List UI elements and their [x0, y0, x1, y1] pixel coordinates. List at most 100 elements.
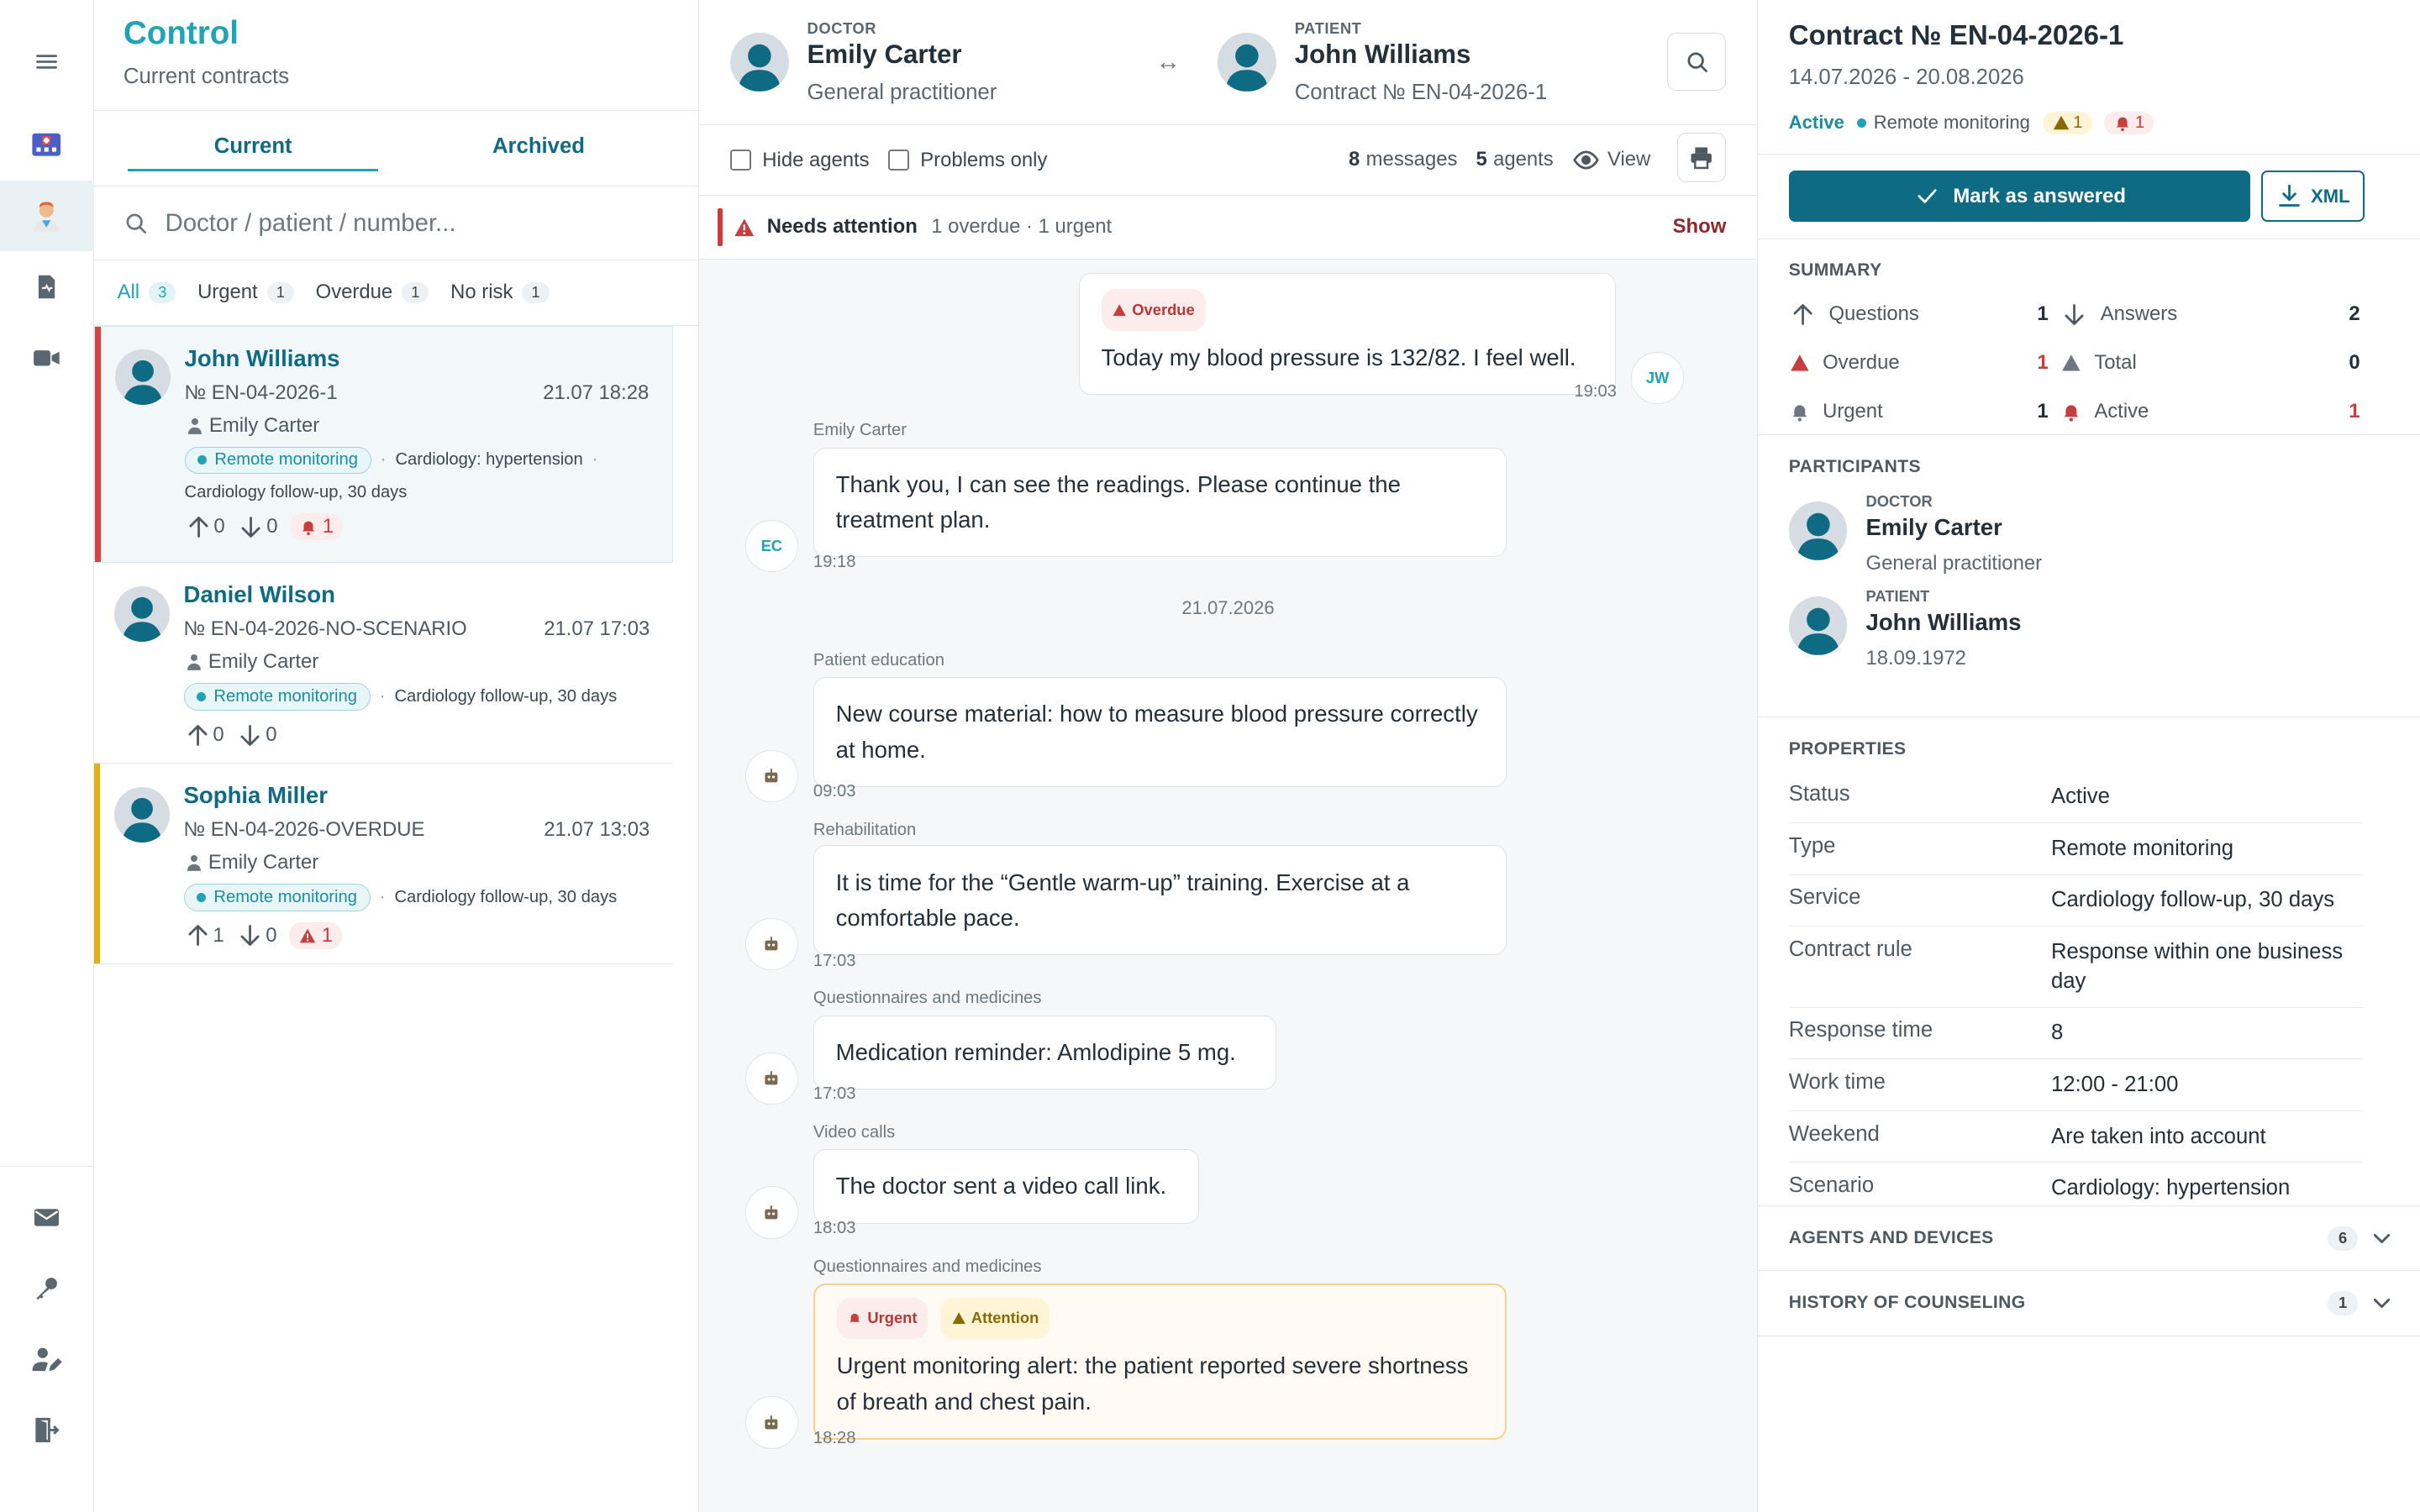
video-icon: [34, 349, 60, 366]
chevron-down-icon: [2373, 1298, 2390, 1308]
tab-current[interactable]: Current: [128, 111, 378, 171]
view-toggle[interactable]: View: [1572, 146, 1650, 174]
arrow-down-icon: [2065, 303, 2084, 325]
search-input[interactable]: [165, 208, 629, 238]
exit-icon: [35, 1418, 60, 1443]
participants-heading: PARTICIPANTS: [1788, 456, 1921, 476]
properties-heading: PROPERTIES: [1788, 738, 1907, 759]
status-badge: Active: [1788, 112, 1844, 134]
participant-patient: PATIENT John Williams 18.09.1972: [1788, 587, 2390, 670]
bell-icon: [2064, 405, 2079, 422]
nav-keys[interactable]: [0, 1252, 94, 1323]
avatar: [113, 786, 171, 843]
doctor-name: Emily Carter: [807, 39, 962, 69]
message-text: New course material: how to measure bloo…: [835, 701, 1478, 763]
xml-export-button[interactable]: XML: [2260, 171, 2365, 222]
nav-doctor[interactable]: [0, 180, 94, 252]
contract-number: № EN-04-2026-OVERDUE: [183, 818, 425, 842]
contract-label: Contract № EN-04-2026-1: [1294, 80, 1548, 104]
agents-devices-section[interactable]: AGENTS AND DEVICES 6: [1757, 1206, 2420, 1272]
message-time: 17:03: [813, 952, 856, 971]
show-attention-button[interactable]: Show: [1673, 215, 1727, 239]
properties-section: PROPERTIES Status Active Type Remote monit…: [1757, 717, 2420, 1207]
attention-title: Needs attention: [766, 215, 918, 239]
robot-icon: [745, 917, 798, 971]
risk-stripe: [95, 326, 102, 563]
doctor-label: DOCTOR: [807, 19, 877, 38]
filter-count: 3: [149, 281, 176, 304]
filter-label: No risk: [450, 281, 513, 304]
tab-archived[interactable]: Archived: [413, 111, 664, 186]
filter-all[interactable]: All 3: [118, 281, 176, 304]
message-text: Medication reminder: Amlodipine 5 mg.: [835, 1038, 1236, 1065]
risk-stripe: [94, 764, 101, 963]
eye-icon: [1573, 150, 1599, 170]
contract-time: 21.07 18:28: [543, 381, 650, 404]
contract-title: Contract № EN-04-2026-1: [1788, 19, 2124, 51]
message-time: 17:03: [813, 1084, 856, 1104]
mail-icon: [34, 1208, 60, 1226]
check-icon: [1918, 189, 1937, 203]
doctor-role: General practitioner: [807, 80, 997, 104]
nav-mail[interactable]: [0, 1182, 94, 1252]
property-row: Contract rule Response within one busines…: [1788, 927, 2363, 1008]
message-time: 19:18: [813, 552, 856, 571]
nav-documents[interactable]: [0, 251, 94, 322]
conversation-header: DOCTOR Emily Carter General practitioner…: [699, 0, 1757, 125]
filter-urgent[interactable]: Urgent 1: [197, 281, 294, 304]
counseling-history-section[interactable]: HISTORY OF COUNSELING 1: [1757, 1271, 2420, 1336]
questions-count: 0: [184, 722, 224, 749]
robot-icon: [745, 749, 798, 803]
user-edit-icon: [32, 1347, 62, 1371]
type-label: Remote monitoring: [1856, 112, 2030, 134]
filter-no-risk[interactable]: No risk 1: [450, 281, 550, 304]
conversation-panel: DOCTOR Emily Carter General practitioner…: [699, 0, 1758, 1512]
hide-agents-checkbox[interactable]: Hide agents: [729, 149, 870, 172]
questions-count: 1: [184, 921, 224, 949]
mark-answered-button[interactable]: Mark as answered: [1788, 171, 2250, 222]
message-sender: Questionnaires and medicines: [813, 989, 1042, 1008]
nav-exit[interactable]: [0, 1394, 94, 1465]
filter-count: 1: [402, 281, 429, 304]
problems-only-checkbox[interactable]: Problems only: [887, 149, 1047, 172]
message-sender: Questionnaires and medicines: [813, 1257, 1042, 1276]
filter-count: 1: [266, 281, 294, 304]
nav-hospital[interactable]: [0, 109, 94, 180]
avatar: [729, 32, 789, 92]
filter-label: Overdue: [315, 281, 393, 304]
message-bubble: The doctor sent a video call link.: [813, 1149, 1200, 1224]
message-text: Urgent monitoring alert: the patient rep…: [836, 1352, 1469, 1415]
attention-details: 1 overdue · 1 urgent: [931, 215, 1113, 239]
message-bubble: Medication reminder: Amlodipine 5 mg.: [813, 1015, 1276, 1089]
message-sender: Video calls: [813, 1123, 896, 1142]
filter-label: All: [117, 281, 140, 304]
menu-icon[interactable]: [0, 26, 94, 97]
contract-card[interactable]: Sophia Miller № EN-04-2026-OVERDUE 21.07 …: [94, 764, 673, 964]
service-label: Cardiology follow-up, 30 days: [394, 887, 618, 906]
warning-icon: [1790, 354, 1809, 371]
download-icon: [2279, 184, 2300, 207]
type-tag: Remote monitoring: [184, 446, 371, 474]
nav-video[interactable]: [0, 323, 94, 393]
property-row: Work time 12:00 - 21:00: [1788, 1059, 2363, 1111]
print-button[interactable]: [1676, 132, 1727, 182]
doctor-name: Emily Carter: [208, 650, 319, 674]
header-patient: PATIENT John Williams Contract № EN-04-2…: [1217, 19, 1548, 105]
contract-card[interactable]: Daniel Wilson № EN-04-2026-NO-SCENARIO 21…: [94, 563, 673, 764]
filter-count: 1: [522, 281, 550, 304]
search-messages-button[interactable]: [1667, 32, 1727, 92]
message-time: 09:03: [813, 782, 856, 801]
doctor-name: Emily Carter: [208, 851, 319, 874]
robot-icon: [745, 1186, 798, 1239]
message-bubble: Overdue Today my blood pressure is 132/8…: [1078, 273, 1616, 396]
filter-overdue[interactable]: Overdue 1: [316, 281, 429, 304]
message-text: Today my blood pressure is 132/82. I fee…: [1101, 344, 1576, 371]
nav-user-edit[interactable]: [0, 1324, 94, 1394]
nav-rail: [0, 0, 95, 1512]
arrow-up-icon: [1793, 303, 1812, 325]
patient-label: PATIENT: [1294, 19, 1362, 38]
contract-time: 21.07 13:03: [544, 818, 650, 842]
contract-card[interactable]: John Williams № EN-04-2026-1 21.07 18:28 …: [94, 325, 673, 564]
app-subtitle: Current contracts: [123, 65, 290, 89]
bell-icon: [2116, 117, 2129, 132]
